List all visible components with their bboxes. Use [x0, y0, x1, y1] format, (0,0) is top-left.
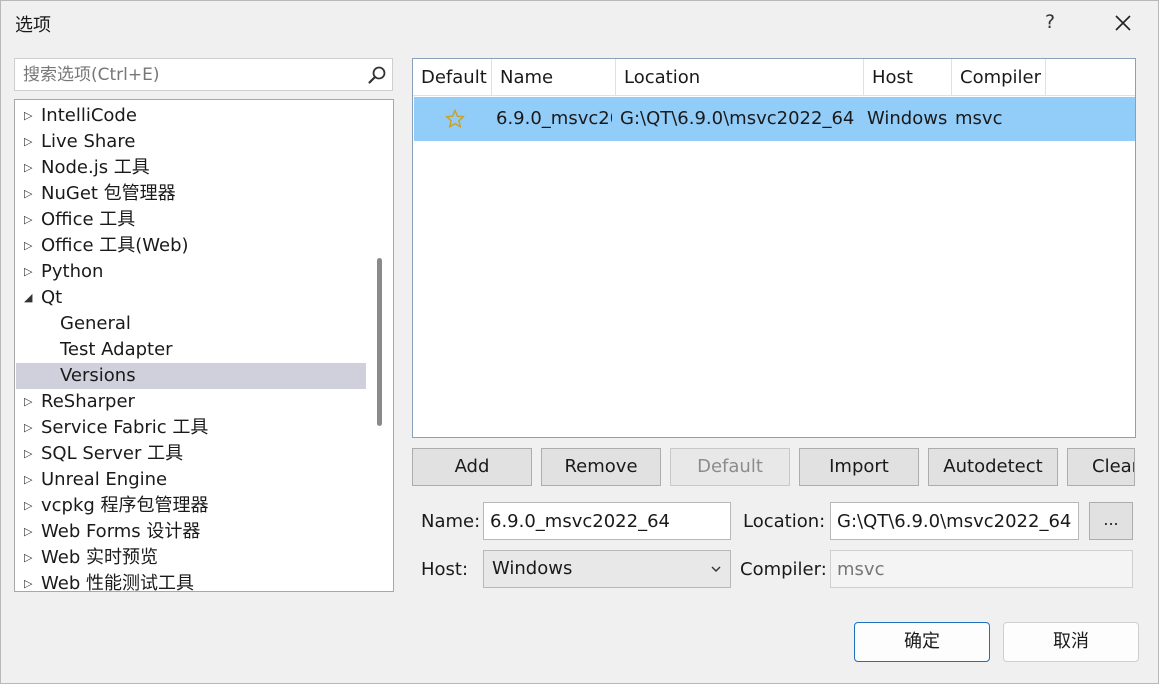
- search-icon[interactable]: [367, 65, 387, 85]
- cancel-button[interactable]: 取消: [1003, 622, 1139, 662]
- tree-item-web-live-preview[interactable]: ▷ Web 实时预览: [16, 545, 366, 571]
- name-field-box: [483, 502, 731, 540]
- tree-item-resharper[interactable]: ▷ ReSharper: [16, 389, 366, 415]
- column-header-location[interactable]: Location: [616, 59, 864, 96]
- cell-host: Windows: [867, 108, 948, 129]
- expand-arrow-icon[interactable]: ▷: [24, 129, 32, 155]
- expand-arrow-icon[interactable]: ▷: [24, 441, 32, 467]
- expand-arrow-icon[interactable]: ▷: [24, 519, 32, 545]
- compiler-label: Compiler:: [740, 559, 827, 580]
- expand-arrow-icon[interactable]: ▷: [24, 545, 32, 571]
- column-header-host[interactable]: Host: [864, 59, 952, 96]
- location-label: Location:: [743, 511, 826, 532]
- default-button[interactable]: Default: [670, 448, 790, 486]
- tree-item-label: NuGet 包管理器: [41, 183, 176, 204]
- tree-item-label: Service Fabric 工具: [41, 417, 209, 438]
- expand-arrow-icon[interactable]: ▷: [24, 181, 32, 207]
- cell-name: 6.9.0_msvc20: [496, 108, 612, 129]
- browse-button[interactable]: ...: [1089, 502, 1133, 540]
- tree-item-label: Office 工具: [41, 209, 136, 230]
- add-button[interactable]: Add: [412, 448, 532, 486]
- tree-item-qt[interactable]: ◢ Qt: [16, 285, 366, 311]
- tree-item-label: SQL Server 工具: [41, 443, 184, 464]
- tree-scrollbar-thumb[interactable]: [377, 258, 382, 426]
- table-row[interactable]: 6.9.0_msvc20 G:\QT\6.9.0\msvc2022_64 Win…: [414, 97, 1135, 141]
- remove-button[interactable]: Remove: [541, 448, 661, 486]
- tree-item-live-share[interactable]: ▷ Live Share: [16, 129, 366, 155]
- tree-item-vcpkg[interactable]: ▷ vcpkg 程序包管理器: [16, 493, 366, 519]
- star-icon[interactable]: [444, 108, 466, 130]
- options-dialog: 选项 ? ▷ IntelliCode ▷ Live Share ▷ Node.js 工…: [0, 0, 1159, 684]
- tree-item-label: General: [60, 313, 131, 334]
- tree-item-label: vcpkg 程序包管理器: [41, 495, 209, 516]
- tree-item-nuget[interactable]: ▷ NuGet 包管理器: [16, 181, 366, 207]
- column-header-compiler[interactable]: Compiler: [952, 59, 1046, 96]
- tree-item-label: IntelliCode: [41, 105, 137, 126]
- collapse-arrow-icon[interactable]: ◢: [24, 285, 32, 311]
- autodetect-button[interactable]: Autodetect: [928, 448, 1058, 486]
- chevron-down-icon: [711, 566, 721, 572]
- expand-arrow-icon[interactable]: ▷: [24, 233, 32, 259]
- tree-item-intellicode[interactable]: ▷ IntelliCode: [16, 103, 366, 129]
- location-field-box: [830, 502, 1079, 540]
- expand-arrow-icon[interactable]: ▷: [24, 571, 32, 591]
- column-header-name[interactable]: Name: [492, 59, 616, 96]
- tree-item-label: Office 工具(Web): [41, 235, 189, 256]
- help-button[interactable]: ?: [1045, 11, 1055, 33]
- tree-item-web-perf-test[interactable]: ▷ Web 性能测试工具: [16, 571, 366, 592]
- host-select[interactable]: Windows: [483, 550, 731, 588]
- tree-item-label: ReSharper: [41, 391, 135, 412]
- tree-item-label: Versions: [60, 365, 136, 386]
- tree-item-label: Test Adapter: [60, 339, 173, 360]
- tree-item-label: Node.js 工具: [41, 157, 150, 178]
- tree-item-sql-server[interactable]: ▷ SQL Server 工具: [16, 441, 366, 467]
- search-box: [14, 58, 393, 91]
- tree-item-label: Qt: [41, 287, 63, 308]
- tree-item-office-tools[interactable]: ▷ Office 工具: [16, 207, 366, 233]
- tree-item-label: Web 实时预览: [41, 547, 158, 568]
- cell-compiler: msvc: [955, 108, 1003, 129]
- host-label: Host:: [421, 559, 469, 580]
- tree-item-label: Live Share: [41, 131, 136, 152]
- expand-arrow-icon[interactable]: ▷: [24, 467, 32, 493]
- tree-item-office-tools-web[interactable]: ▷ Office 工具(Web): [16, 233, 366, 259]
- location-field[interactable]: [831, 503, 1078, 539]
- options-tree: ▷ IntelliCode ▷ Live Share ▷ Node.js 工具 ▷ Nu…: [14, 99, 394, 592]
- tree-item-qt-versions[interactable]: Versions: [16, 363, 366, 389]
- expand-arrow-icon[interactable]: ▷: [24, 155, 32, 181]
- expand-arrow-icon[interactable]: ▷: [24, 389, 32, 415]
- close-icon[interactable]: [1109, 9, 1137, 37]
- dialog-title: 选项: [15, 15, 51, 36]
- tree-item-label: Web 性能测试工具: [41, 573, 194, 592]
- tree-item-service-fabric[interactable]: ▷ Service Fabric 工具: [16, 415, 366, 441]
- cell-location: G:\QT\6.9.0\msvc2022_64: [620, 108, 855, 129]
- tree-item-web-forms[interactable]: ▷ Web Forms 设计器: [16, 519, 366, 545]
- expand-arrow-icon[interactable]: ▷: [24, 103, 32, 129]
- expand-arrow-icon[interactable]: ▷: [24, 207, 32, 233]
- tree-item-unreal-engine[interactable]: ▷ Unreal Engine: [16, 467, 366, 493]
- name-label: Name:: [421, 511, 481, 532]
- search-input[interactable]: [15, 59, 355, 90]
- column-header-default[interactable]: Default: [413, 59, 492, 96]
- compiler-field-box: [830, 550, 1133, 588]
- import-button[interactable]: Import: [799, 448, 919, 486]
- name-field[interactable]: [484, 503, 730, 539]
- clear-button[interactable]: Clear: [1067, 448, 1135, 486]
- expand-arrow-icon[interactable]: ▷: [24, 259, 32, 285]
- compiler-field[interactable]: [831, 551, 1132, 587]
- expand-arrow-icon[interactable]: ▷: [24, 415, 32, 441]
- versions-table: Default Name Location Host Compiler 6.9.…: [412, 58, 1136, 438]
- tree-item-qt-test-adapter[interactable]: Test Adapter: [16, 337, 366, 363]
- tree-item-label: Web Forms 设计器: [41, 521, 201, 542]
- tree-item-label: Unreal Engine: [41, 469, 168, 490]
- expand-arrow-icon[interactable]: ▷: [24, 493, 32, 519]
- tree-item-python[interactable]: ▷ Python: [16, 259, 366, 285]
- tree-item-qt-general[interactable]: General: [16, 311, 366, 337]
- tree-item-label: Python: [41, 261, 104, 282]
- table-header: Default Name Location Host Compiler: [413, 59, 1135, 96]
- ok-button[interactable]: 确定: [854, 622, 990, 662]
- column-header-empty: [1046, 59, 1135, 96]
- tree-item-nodejs-tools[interactable]: ▷ Node.js 工具: [16, 155, 366, 181]
- host-select-value: Windows: [492, 558, 573, 579]
